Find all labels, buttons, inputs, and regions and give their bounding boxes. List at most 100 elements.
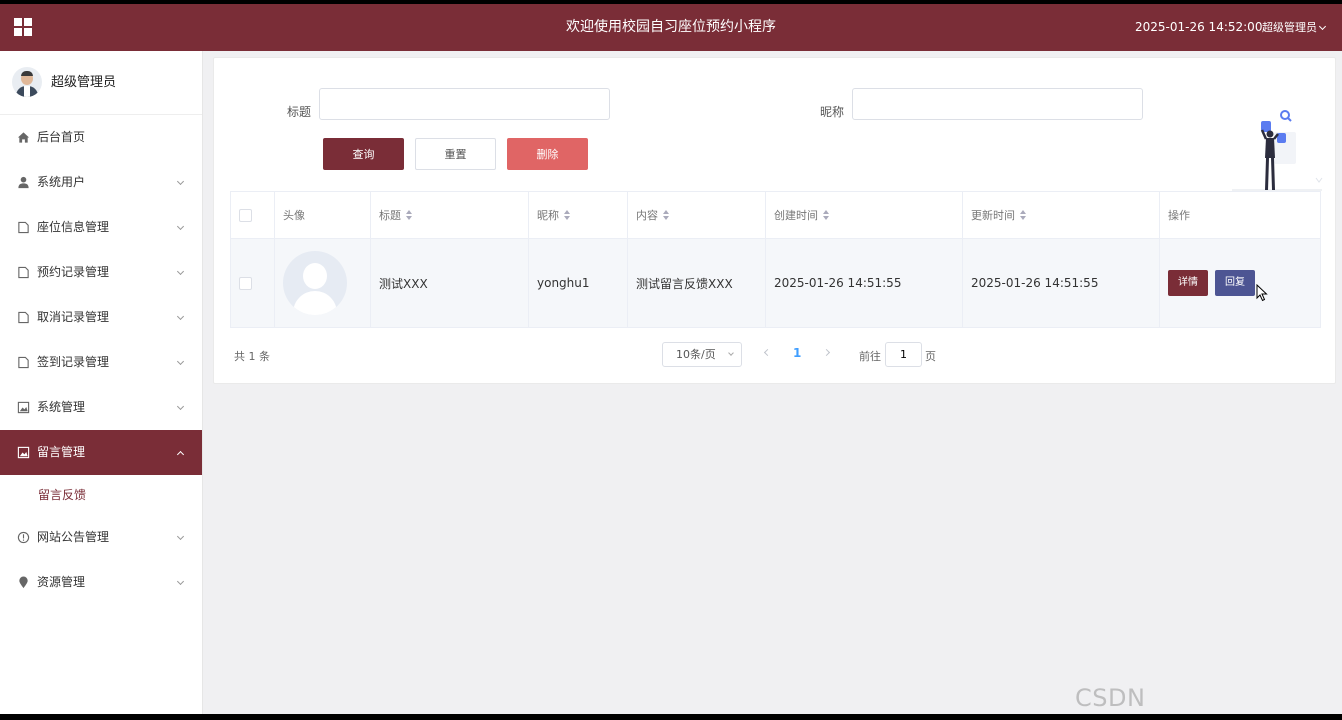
sidebar-item-label: 预约记录管理 <box>37 265 110 279</box>
chevron-down-icon <box>176 177 185 186</box>
chevron-down-icon <box>1318 22 1327 31</box>
sidebar-item-label: 签到记录管理 <box>37 355 110 369</box>
next-page-icon[interactable] <box>822 348 831 357</box>
chevron-down-icon <box>176 532 185 541</box>
watermark-text: CSDN @WX_BYSJ8341 <box>1075 684 1270 714</box>
title-filter-label: 标题 <box>287 105 312 119</box>
select-all-checkbox[interactable] <box>239 208 252 222</box>
chevron-down-icon <box>176 222 185 231</box>
home-icon <box>17 132 30 143</box>
header-datetime: 2025-01-26 14:52:00 <box>1135 20 1263 34</box>
document-icon <box>18 266 29 279</box>
document-icon <box>18 311 29 324</box>
page-size-value: 10条/页 <box>676 348 716 361</box>
sidebar-item-booking-records[interactable]: 预约记录管理 <box>0 250 202 295</box>
header-cell-label: 更新时间 <box>971 209 1015 222</box>
page-number-current[interactable]: 1 <box>793 346 801 360</box>
top-header: 欢迎使用校园自习座位预约小程序 2025-01-26 14:52:00 超级管理… <box>0 4 1342 51</box>
sidebar-item-announcements[interactable]: 网站公告管理 <box>0 515 202 560</box>
document-icon <box>18 356 29 369</box>
chevron-down-icon <box>176 357 185 366</box>
sidebar-item-label: 后台首页 <box>37 130 86 144</box>
sidebar-item-label: 座位信息管理 <box>37 220 110 234</box>
admin-avatar <box>12 67 42 97</box>
chevron-down-icon <box>176 577 185 586</box>
sidebar-item-label: 网站公告管理 <box>37 530 110 544</box>
header-cell-nickname[interactable]: 昵称 <box>529 192 628 238</box>
pagination-total: 共 1 条 <box>234 350 270 363</box>
sort-icon <box>663 210 670 220</box>
header-cell-content[interactable]: 内容 <box>628 192 766 238</box>
grid-menu-icon[interactable] <box>14 18 32 36</box>
header-cell: 操作 <box>1168 209 1190 222</box>
table-header-row: 头像 标题 昵称 内容 创建时间 更新时间 操作 <box>231 192 1320 239</box>
sort-icon <box>564 210 571 220</box>
chevron-down-icon <box>176 312 185 321</box>
user-menu-label: 超级管理员 <box>1262 21 1317 34</box>
sidebar-item-seat-info[interactable]: 座位信息管理 <box>0 205 202 250</box>
location-icon <box>19 576 28 589</box>
sidebar-subitem-message-feedback[interactable]: 留言反馈 <box>0 475 202 515</box>
row-avatar-cell <box>275 239 371 327</box>
header-select-cell <box>231 192 275 238</box>
image-icon <box>17 401 30 414</box>
header-cell-updated[interactable]: 更新时间 <box>963 192 1160 238</box>
sidebar-item-system-management[interactable]: 系统管理 <box>0 385 202 430</box>
sidebar-item-label: 系统用户 <box>37 175 86 189</box>
row-title: 测试XXX <box>371 239 529 327</box>
profile-name: 超级管理员 <box>51 75 117 90</box>
sidebar-item-cancel-records[interactable]: 取消记录管理 <box>0 295 202 340</box>
query-button[interactable]: 查询 <box>323 138 404 170</box>
sidebar-item-label: 取消记录管理 <box>37 310 110 324</box>
sidebar-item-message-management[interactable]: 留言管理 <box>0 430 202 475</box>
search-illustration <box>1232 110 1323 191</box>
header-cell: 头像 <box>275 192 371 238</box>
header-cell-title[interactable]: 标题 <box>371 192 529 238</box>
document-icon <box>18 221 29 234</box>
sidebar-item-resources[interactable]: 资源管理 <box>0 560 202 605</box>
row-nickname: yonghu1 <box>529 239 628 327</box>
reset-button[interactable]: 重置 <box>415 138 496 170</box>
sort-icon <box>823 210 830 220</box>
sidebar: 超级管理员 后台首页 系统用户 座位信息管理 预约记录管理 取消记录管理 签到记… <box>0 51 203 714</box>
title-search-input[interactable] <box>319 88 610 120</box>
chevron-up-icon <box>176 450 185 459</box>
chevron-down-icon <box>176 267 185 276</box>
header-cell-label: 创建时间 <box>774 209 818 222</box>
header-cell-label: 标题 <box>379 209 401 222</box>
sidebar-item-checkin-records[interactable]: 签到记录管理 <box>0 340 202 385</box>
row-select-cell <box>231 239 275 327</box>
header-cell-label: 昵称 <box>537 209 559 222</box>
table-row: 测试XXX yonghu1 测试留言反馈XXX 2025-01-26 14:51… <box>231 239 1320 327</box>
prev-page-icon[interactable] <box>763 348 772 357</box>
goto-label: 前往 <box>859 350 881 363</box>
row-checkbox[interactable] <box>239 276 252 290</box>
message-table: 头像 标题 昵称 内容 创建时间 更新时间 操作 测试XXX yonghu1 测… <box>230 191 1321 328</box>
page-size-select[interactable]: 10条/页 <box>662 342 742 367</box>
sidebar-item-system-users[interactable]: 系统用户 <box>0 160 202 205</box>
nickname-search-input[interactable] <box>852 88 1143 120</box>
user-avatar-placeholder <box>283 251 347 315</box>
sidebar-item-label: 系统管理 <box>37 400 86 414</box>
reply-button[interactable]: 回复 <box>1215 270 1255 296</box>
detail-button[interactable]: 详情 <box>1168 270 1208 296</box>
sort-icon <box>406 210 413 220</box>
delete-button[interactable]: 删除 <box>507 138 588 170</box>
row-actions: 详情 回复 <box>1160 239 1320 327</box>
sidebar-item-label: 留言管理 <box>37 445 86 459</box>
mouse-cursor-icon <box>1256 284 1268 302</box>
nickname-filter-label: 昵称 <box>820 105 845 119</box>
user-menu-dropdown[interactable]: 超级管理员 <box>1262 4 1327 51</box>
header-cell-created[interactable]: 创建时间 <box>766 192 963 238</box>
info-icon <box>17 531 30 544</box>
sidebar-profile: 超级管理员 <box>0 51 202 115</box>
sidebar-item-label: 资源管理 <box>37 575 86 589</box>
row-content: 测试留言反馈XXX <box>628 239 766 327</box>
sidebar-item-home[interactable]: 后台首页 <box>0 115 202 160</box>
goto-suffix: 页 <box>925 350 936 363</box>
goto-page-input[interactable] <box>885 342 922 367</box>
header-cell-label: 内容 <box>636 209 658 222</box>
app-window: 欢迎使用校园自习座位预约小程序 2025-01-26 14:52:00 超级管理… <box>0 4 1342 714</box>
chevron-down-icon <box>728 350 734 356</box>
main-panel: 标题 昵称 查询 重置 删除 头像 标题 昵称 内容 创建时间 更新时间 操作 … <box>213 57 1336 384</box>
